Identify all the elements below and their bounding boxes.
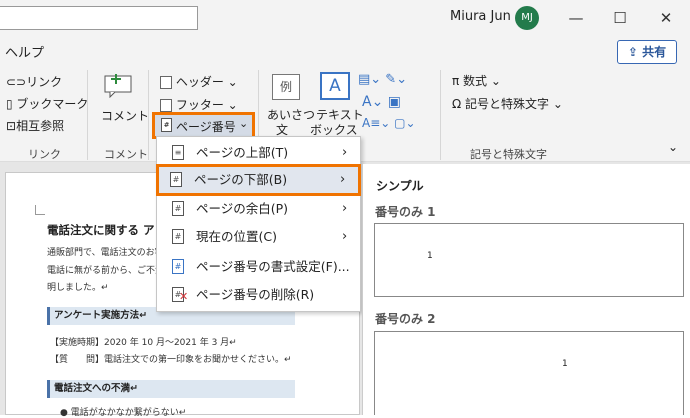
equation-label: 数式 <box>463 74 488 88</box>
footer-label: フッター <box>175 98 224 112</box>
gallery-item-number-only-1[interactable]: 1 <box>374 223 684 297</box>
search-box[interactable] <box>0 6 198 30</box>
menu-item-remove-page-numbers[interactable]: # ✕ ページ番号の削除(R) <box>158 281 358 309</box>
tab-help[interactable]: ヘルプ <box>5 42 44 61</box>
current-position-icon: # <box>172 229 184 244</box>
tab-row <box>0 36 690 66</box>
doc-line: 通販部門で、電話注文のお客 <box>47 248 164 258</box>
link-label: リンク <box>26 75 63 89</box>
page-bottom-icon: # <box>170 172 182 187</box>
doc-bullet: ● 電話がなかなか繋がらない↵ <box>60 408 187 418</box>
footer-icon <box>160 99 172 112</box>
close-button[interactable]: ✕ <box>646 4 686 32</box>
chevron-down-icon: ⌄ <box>239 117 249 130</box>
symbol-label: 記号と特殊文字 <box>464 97 549 111</box>
sample-page-number: 1 <box>427 251 433 261</box>
omega-icon: Ω <box>452 97 465 111</box>
footer-button[interactable]: フッター ⌄ <box>160 96 238 113</box>
equation-button[interactable]: π 数式 ⌄ <box>452 72 501 89</box>
pi-icon: π <box>452 74 464 88</box>
share-label: 共有 <box>642 45 667 59</box>
menu-item-label: ページの余白(P) <box>196 201 289 216</box>
menu-item-label: 現在の位置(C) <box>196 229 277 244</box>
greeting-button-line1[interactable]: あいさつ <box>267 106 315 123</box>
doc-section-heading: 電話注文への不満↵ <box>47 380 295 398</box>
gallery-item-title: 番号のみ 1 <box>375 205 436 219</box>
quick-parts-icon[interactable]: ▤⌄ ✎⌄ <box>358 72 407 87</box>
page-number-label: ページ番号 <box>176 120 236 134</box>
group-divider <box>440 70 441 160</box>
doc-line: 明しました。↵ <box>47 283 109 293</box>
page-top-icon: ≡ <box>172 145 184 160</box>
page-margin-icon: # <box>172 201 184 216</box>
comment-button[interactable]: コメント <box>101 107 149 124</box>
greeting-icon: 例 <box>272 74 300 100</box>
comment-icon <box>104 72 134 99</box>
menu-item-top-of-page[interactable]: ≡ ページの上部(T) › <box>158 139 358 167</box>
user-name: Miura Jun <box>450 9 511 24</box>
menu-item-label: ページの下部(B) <box>194 172 288 187</box>
bookmark-icon: ▯ <box>6 97 17 111</box>
share-button[interactable]: ⇪ 共有 <box>617 40 677 64</box>
doc-heading: 電話注文に関する ア <box>47 223 155 237</box>
menu-item-page-margins[interactable]: # ページの余白(P) › <box>158 195 358 223</box>
page-number-icon: # <box>161 118 172 132</box>
avatar[interactable]: MJ <box>515 6 539 30</box>
menu-item-current-position[interactable]: # 現在の位置(C) › <box>158 223 358 251</box>
gallery-item-title: 番号のみ 2 <box>375 312 436 326</box>
chevron-right-icon: › <box>342 229 348 244</box>
gallery-section-title: シンプル <box>376 179 424 193</box>
link-icon: ⊂⊃ <box>6 75 27 89</box>
ribbon-collapse-chevron-icon[interactable]: ⌄ <box>668 140 678 154</box>
cross-reference-label: 相互参照 <box>16 119 65 133</box>
textbox-icon: A <box>320 72 350 100</box>
link-button[interactable]: ⊂⊃リンク <box>6 73 62 90</box>
bookmark-label: ブックマーク <box>16 97 89 111</box>
symbol-button[interactable]: Ω 記号と特殊文字 ⌄ <box>452 95 563 112</box>
header-label: ヘッダー <box>175 75 224 89</box>
format-page-number-icon: # <box>172 259 184 274</box>
cross-reference-icon: ⊡ <box>6 119 17 133</box>
gallery-item-number-only-2[interactable]: 1 <box>374 331 684 415</box>
menu-item-label: ページの上部(T) <box>196 145 289 160</box>
header-icon <box>160 76 172 89</box>
group-divider <box>148 70 149 160</box>
page-number-button[interactable]: # ページ番号 ⌄ <box>152 112 255 139</box>
minimize-button[interactable]: — <box>556 4 596 32</box>
group-label-link: リンク <box>28 148 61 161</box>
share-icon: ⇪ <box>627 45 643 59</box>
dropcap-icon[interactable]: A≡⌄ ▢⌄ <box>362 116 416 130</box>
group-label-comment: コメント <box>104 148 148 161</box>
sample-page-number: 1 <box>562 359 568 369</box>
cross-reference-button[interactable]: ⊡相互参照 <box>6 117 64 134</box>
menu-item-label: ページ番号の書式設定(F)... <box>196 259 350 274</box>
chevron-right-icon: › <box>342 201 348 216</box>
menu-item-bottom-of-page[interactable]: # ページの下部(B) › <box>156 164 361 196</box>
doc-line: 【実施時期】2020 年 10 月～2021 年 3 月↵ <box>50 338 237 348</box>
bookmark-button[interactable]: ▯ ブックマーク <box>6 95 88 112</box>
wordart-icon[interactable]: A⌄ ▣ <box>362 94 401 110</box>
doc-line: 【質 問】電話注文での第一印象をお聞かせください。↵ <box>50 355 292 365</box>
chevron-right-icon: › <box>340 172 346 187</box>
margin-mark <box>35 205 45 215</box>
chevron-right-icon: › <box>342 145 348 160</box>
menu-item-label: ページ番号の削除(R) <box>196 287 315 302</box>
doc-bullet-text: 電話がなかなか繋がらない↵ <box>70 408 187 418</box>
maximize-button[interactable]: ☐ <box>600 4 640 32</box>
header-button[interactable]: ヘッダー ⌄ <box>160 73 238 90</box>
doc-line: 電話に無がる前から、ご不満 <box>47 266 165 276</box>
group-label-symbols: 記号と特殊文字 <box>470 148 547 161</box>
group-divider <box>87 70 88 160</box>
menu-item-format-page-numbers[interactable]: # ページ番号の書式設定(F)... <box>158 253 358 281</box>
delete-x-icon: ✕ <box>179 290 189 303</box>
